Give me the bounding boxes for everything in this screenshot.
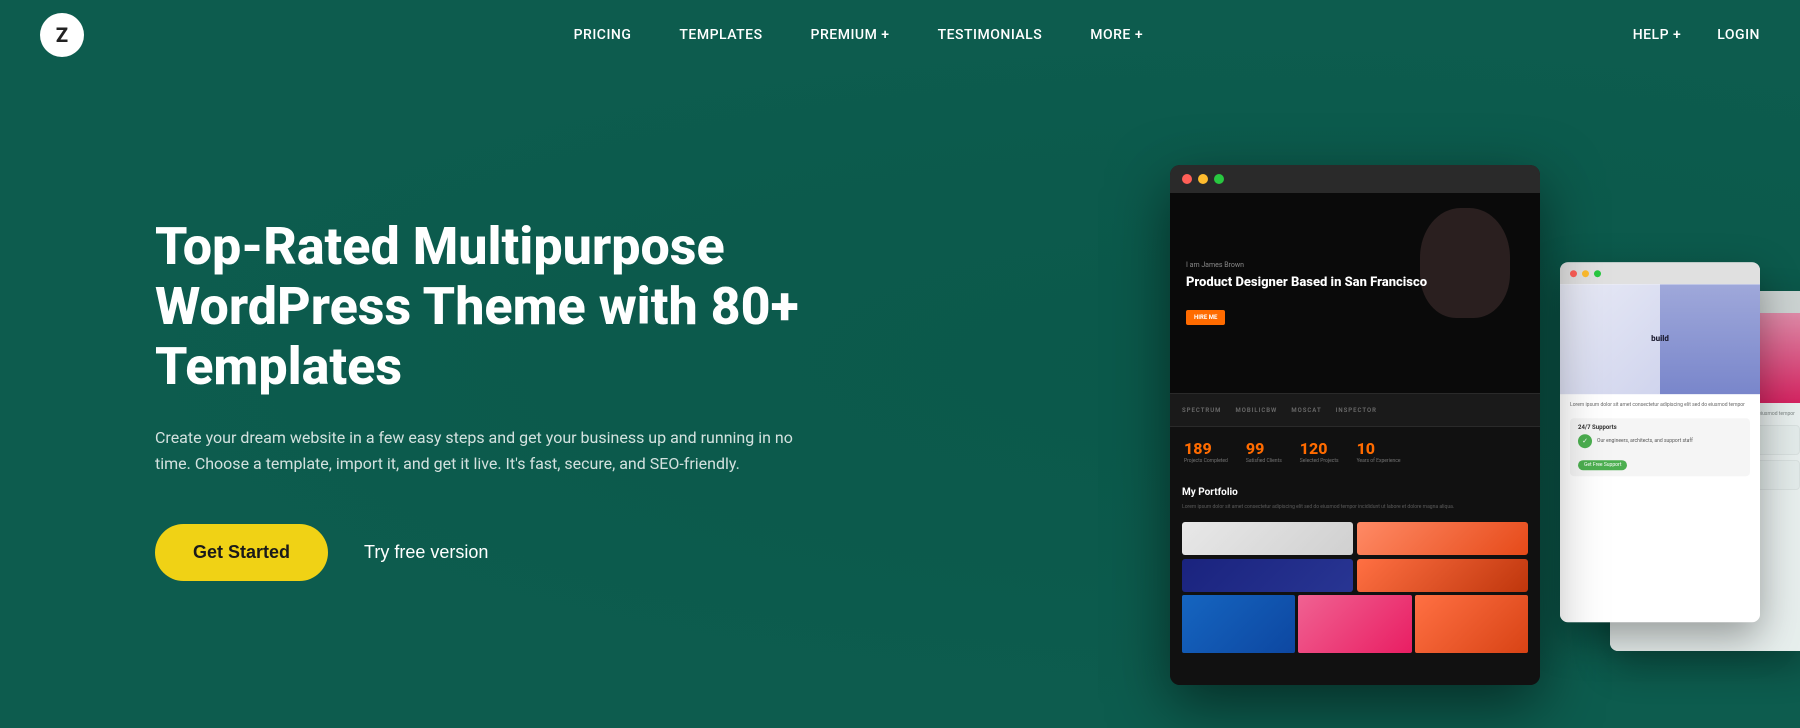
stat-4: 10 Years of Experience xyxy=(1357,439,1401,465)
stat-1: 189 Projects Completed xyxy=(1184,439,1228,465)
nav-premium[interactable]: PREMIUM + xyxy=(811,27,890,43)
work-item-4 xyxy=(1357,559,1528,592)
portfolio-work: My Portfolio Lorem ipsum dolor sit amet … xyxy=(1170,477,1540,663)
stat-2-num: 99 xyxy=(1246,439,1282,458)
work-desc: Lorem ipsum dolor sit amet consectetur a… xyxy=(1182,504,1528,512)
support-text: Our engineers, architects, and support s… xyxy=(1597,438,1693,444)
light-site-text: build xyxy=(1639,322,1681,356)
bottom-item-1 xyxy=(1182,595,1295,653)
work-item-2 xyxy=(1357,522,1528,555)
nav-testimonials[interactable]: TESTIMONIALS xyxy=(938,27,1043,43)
header: Z PRICING TEMPLATES PREMIUM + TESTIMONIA… xyxy=(0,0,1800,70)
dot-yellow xyxy=(1198,174,1208,184)
portfolio-subtitle: I am James Brown xyxy=(1186,261,1427,269)
stat-1-label: Projects Completed xyxy=(1184,458,1228,465)
brand-1: SPECTRUM xyxy=(1182,407,1221,414)
work-grid xyxy=(1182,522,1528,592)
hero-title: Top-Rated Multipurpose WordPress Theme w… xyxy=(155,217,820,396)
hero-description: Create your dream website in a few easy … xyxy=(155,425,815,478)
get-started-button[interactable]: Get Started xyxy=(155,524,328,581)
hero-content: Top-Rated Multipurpose WordPress Theme w… xyxy=(0,217,820,580)
portfolio-title: Product Designer Based in San Francisco xyxy=(1186,275,1427,292)
light-site-body: Lorem ipsum dolor sit amet consectetur a… xyxy=(1560,394,1760,490)
stat-3: 120 Selected Projects xyxy=(1300,439,1339,465)
stat-4-label: Years of Experience xyxy=(1357,458,1401,465)
sec-titlebar-right xyxy=(1560,262,1760,284)
support-icon: ✓ xyxy=(1578,434,1592,448)
sec-content-right: build Lorem ipsum dolor sit amet consect… xyxy=(1560,284,1760,622)
brand-4: Inspector xyxy=(1336,407,1377,414)
browser-main-mockup: I am James Brown Product Designer Based … xyxy=(1170,165,1540,685)
portfolio-cta: HIRE ME xyxy=(1186,310,1225,325)
light-support-title: 24/7 Supports xyxy=(1578,424,1742,431)
logo[interactable]: Z xyxy=(40,13,84,57)
brand-2: moBILicbw xyxy=(1235,407,1277,414)
page-wrapper: Z PRICING TEMPLATES PREMIUM + TESTIMONIA… xyxy=(0,0,1800,728)
work-item-1 xyxy=(1182,522,1353,555)
light-pill: Get Free Support xyxy=(1578,460,1627,470)
browser-secondary-right-mockup: build Lorem ipsum dolor sit amet consect… xyxy=(1560,262,1760,622)
light-title: build xyxy=(1651,334,1669,344)
hero-buttons: Get Started Try free version xyxy=(155,524,820,581)
work-title: My Portfolio xyxy=(1182,487,1528,498)
browser-content: I am James Brown Product Designer Based … xyxy=(1170,193,1540,685)
stat-3-label: Selected Projects xyxy=(1300,458,1339,465)
portfolio-text-area: I am James Brown Product Designer Based … xyxy=(1170,241,1443,345)
work-item-3 xyxy=(1182,559,1353,592)
stat-3-num: 120 xyxy=(1300,439,1339,458)
light-support-box: 24/7 Supports ✓ Our engineers, architect… xyxy=(1570,418,1750,476)
nav-pricing[interactable]: PRICING xyxy=(574,27,632,43)
bottom-item-3 xyxy=(1415,595,1528,653)
portfolio-brands: SPECTRUM moBILicbw MOSCAT Inspector xyxy=(1170,393,1540,427)
dot-green xyxy=(1214,174,1224,184)
nav-login[interactable]: LOGIN xyxy=(1717,27,1760,43)
nav-right: HELP + LOGIN xyxy=(1633,27,1760,43)
stat-1-num: 189 xyxy=(1184,439,1228,458)
sec-dot-r-right xyxy=(1570,270,1577,277)
nav-help[interactable]: HELP + xyxy=(1633,27,1682,43)
portfolio-stats: 189 Projects Completed 99 Satisfied Clie… xyxy=(1170,427,1540,477)
brand-3: MOSCAT xyxy=(1291,407,1321,414)
bottom-grid xyxy=(1182,595,1528,653)
nav-templates[interactable]: TEMPLATES xyxy=(679,27,762,43)
stat-2: 99 Satisfied Clients xyxy=(1246,439,1282,465)
hero-section: Top-Rated Multipurpose WordPress Theme w… xyxy=(0,70,1800,728)
sec-dot-y-right xyxy=(1582,270,1589,277)
nav-center: PRICING TEMPLATES PREMIUM + TESTIMONIALS… xyxy=(574,27,1144,43)
light-site-hero: build xyxy=(1560,284,1760,394)
hero-visuals: I am James Brown Product Designer Based … xyxy=(900,70,1800,728)
stat-4-num: 10 xyxy=(1357,439,1401,458)
try-free-button[interactable]: Try free version xyxy=(364,542,488,563)
portfolio-hero: I am James Brown Product Designer Based … xyxy=(1170,193,1540,393)
dot-red xyxy=(1182,174,1192,184)
sec-dot-g-right xyxy=(1594,270,1601,277)
stat-2-label: Satisfied Clients xyxy=(1246,458,1282,465)
nav-more[interactable]: MORE + xyxy=(1090,27,1143,43)
bottom-item-2 xyxy=(1298,595,1411,653)
browser-titlebar xyxy=(1170,165,1540,193)
light-support-row: ✓ Our engineers, architects, and support… xyxy=(1578,434,1742,448)
light-body-text: Lorem ipsum dolor sit amet consectetur a… xyxy=(1570,402,1750,410)
